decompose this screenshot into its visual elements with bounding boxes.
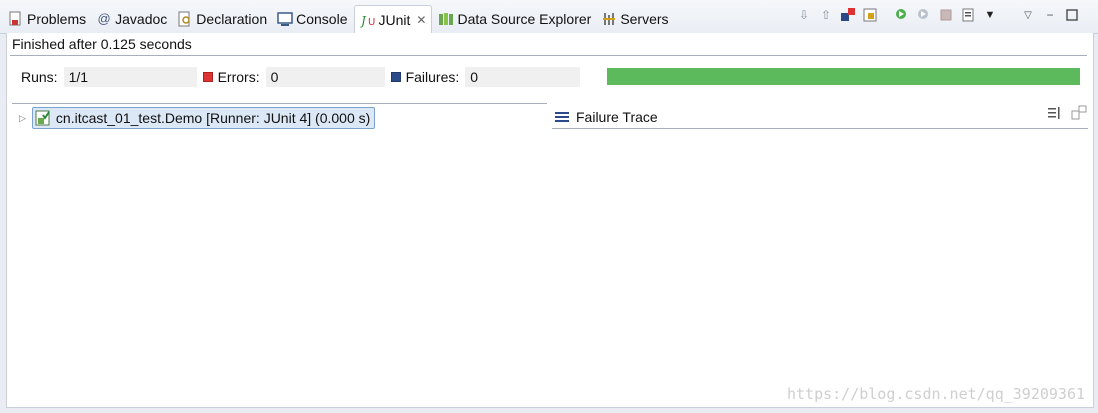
- at-icon: @: [97, 11, 111, 26]
- junit-icon: JU: [360, 14, 375, 28]
- tab-label: Problems: [27, 11, 87, 27]
- chevron-down-icon[interactable]: ▼: [982, 7, 998, 23]
- runs-label: Runs:: [21, 69, 58, 85]
- runs-value: 1/1: [63, 67, 197, 87]
- stop-icon[interactable]: [938, 7, 954, 23]
- failure-trace-title: Failure Trace: [576, 109, 658, 125]
- tab-label: Data Source Explorer: [457, 11, 592, 27]
- tab-junit[interactable]: JU JUnit ✕: [353, 5, 433, 33]
- failure-trace-header: Failure Trace: [552, 106, 1088, 129]
- expand-triangle-icon[interactable]: ▷: [19, 113, 26, 124]
- status-separator: [10, 55, 1087, 56]
- svg-text:U: U: [368, 17, 375, 28]
- tree-separator: [12, 103, 547, 104]
- tab-javadoc[interactable]: @ Javadoc: [92, 6, 171, 32]
- database-icon: [439, 13, 454, 25]
- view-tab-bar: Problems @ Javadoc Declaration Console J…: [0, 0, 1098, 34]
- errors-value: 0: [265, 67, 385, 87]
- progress-bar: [607, 68, 1080, 85]
- servers-icon: [603, 13, 616, 25]
- console-icon: [277, 12, 293, 26]
- svg-text:J: J: [360, 14, 367, 28]
- previous-failure-icon[interactable]: ⇧: [818, 7, 834, 23]
- failure-icon: [390, 72, 401, 82]
- tab-label: Declaration: [196, 11, 268, 27]
- declaration-icon: [178, 11, 191, 27]
- rerun-test-icon[interactable]: [894, 7, 910, 23]
- minimize-icon[interactable]: −: [1042, 7, 1058, 23]
- rerun-failures-first-icon[interactable]: [916, 7, 932, 23]
- problems-icon: [9, 11, 21, 26]
- junit-view-panel: Finished after 0.125 seconds Runs: 1/1 E…: [6, 33, 1094, 408]
- tab-problems[interactable]: Problems: [4, 6, 90, 32]
- failures-value: 0: [465, 67, 581, 87]
- error-icon: [202, 72, 213, 82]
- tree-item-selection[interactable]: cn.itcast_01_test.Demo [Runner: JUnit 4]…: [31, 107, 376, 129]
- counter-panel: Runs: 1/1 Errors: 0 Failures: 0: [21, 67, 586, 87]
- tab-label: Servers: [620, 11, 669, 27]
- filter-stack-trace-icon[interactable]: [1047, 105, 1063, 121]
- tab-label: Javadoc: [115, 11, 168, 27]
- test-tree-label: cn.itcast_01_test.Demo [Runner: JUnit 4]…: [55, 110, 371, 126]
- maximize-icon[interactable]: [1064, 7, 1080, 23]
- test-tree-item[interactable]: ▷ cn.itcast_01_test.Demo [Runner: JUnit …: [19, 107, 376, 129]
- failure-trace-toolbar: [1047, 105, 1087, 121]
- view-toolbar: ⇩ ⇧ ▼ ▽ −: [796, 7, 1080, 23]
- tab-data-source-explorer[interactable]: Data Source Explorer: [434, 6, 595, 32]
- compare-result-icon[interactable]: [1071, 105, 1087, 121]
- test-suite-ok-icon: [35, 110, 50, 126]
- tab-console[interactable]: Console: [273, 6, 351, 32]
- watermark: https://blog.csdn.net/qq_39209361: [786, 385, 1085, 403]
- tab-label: JUnit: [378, 11, 411, 28]
- next-failure-icon[interactable]: ⇩: [796, 7, 812, 23]
- close-icon[interactable]: ✕: [416, 13, 426, 27]
- view-tabs: Problems @ Javadoc Declaration Console J…: [4, 5, 675, 33]
- tab-label: Console: [296, 11, 348, 27]
- tab-servers[interactable]: Servers: [597, 6, 672, 32]
- errors-label: Errors:: [217, 69, 260, 85]
- tab-declaration[interactable]: Declaration: [173, 6, 271, 32]
- view-menu-icon[interactable]: ▽: [1020, 7, 1036, 23]
- show-failures-only-icon[interactable]: [840, 7, 856, 23]
- stack-trace-icon: [555, 112, 569, 122]
- failures-label: Failures:: [405, 69, 460, 85]
- status-text: Finished after 0.125 seconds: [12, 36, 192, 52]
- test-run-history-icon[interactable]: [960, 7, 976, 23]
- scroll-lock-icon[interactable]: [862, 7, 878, 23]
